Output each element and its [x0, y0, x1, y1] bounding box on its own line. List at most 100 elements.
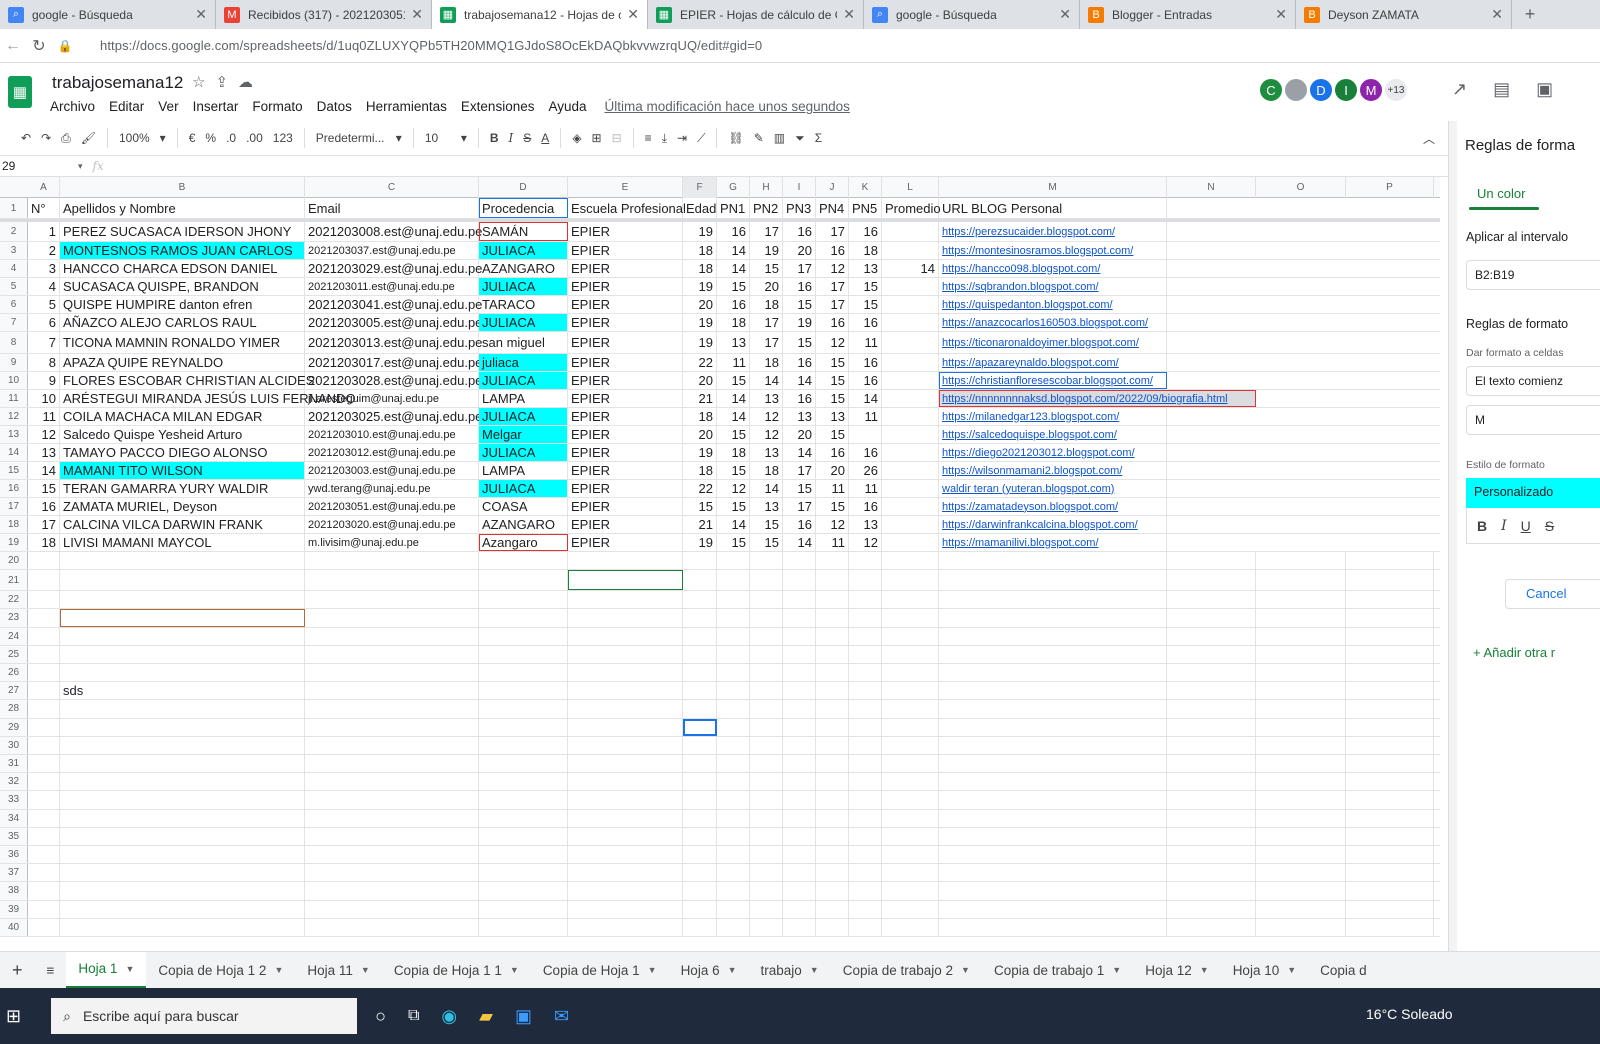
row-header[interactable]: 15	[0, 462, 28, 479]
cell[interactable]: https://anazcocarlos160503.blogspot.com/	[939, 314, 1167, 331]
cell[interactable]	[683, 609, 717, 627]
chevron-down-icon[interactable]: ▼	[810, 965, 819, 975]
cell[interactable]	[1256, 827, 1346, 845]
cell[interactable]	[717, 900, 750, 918]
cell[interactable]: EPIER	[568, 222, 683, 241]
menu-item[interactable]: Extensiones	[461, 99, 535, 114]
cell[interactable]	[683, 827, 717, 845]
row-header[interactable]: 14	[0, 444, 28, 461]
cell[interactable]	[717, 570, 750, 591]
cell[interactable]	[849, 882, 882, 900]
name-box[interactable]: 29	[0, 159, 78, 173]
cell[interactable]	[1256, 682, 1346, 700]
cell[interactable]: HANCCO CHARCA EDSON DANIEL	[60, 260, 305, 277]
cell[interactable]	[479, 645, 568, 663]
cell[interactable]: FLORES ESCOBAR CHRISTIAN ALCIDES	[60, 372, 314, 389]
cell[interactable]: 19	[683, 314, 717, 331]
cell[interactable]: 11	[816, 534, 849, 551]
cell[interactable]	[816, 791, 849, 809]
cell[interactable]	[939, 809, 1167, 827]
cell[interactable]	[816, 570, 849, 591]
star-icon[interactable]: ☆	[192, 73, 205, 91]
cell[interactable]	[479, 827, 568, 845]
cell[interactable]	[28, 791, 60, 809]
cell[interactable]	[882, 278, 939, 295]
cell[interactable]	[882, 809, 939, 827]
cell[interactable]	[568, 609, 683, 627]
cell[interactable]	[683, 700, 717, 718]
cell[interactable]: 18	[717, 444, 750, 461]
cell[interactable]	[1167, 846, 1256, 864]
cell[interactable]	[750, 664, 783, 682]
cell[interactable]	[1167, 609, 1256, 627]
row-header[interactable]: 37	[0, 864, 28, 882]
cell[interactable]: 15	[717, 498, 750, 515]
row-header[interactable]: 2	[0, 222, 28, 241]
chevron-down-icon[interactable]: ▼	[648, 965, 657, 975]
cell[interactable]: 15	[717, 462, 750, 479]
cell[interactable]	[1346, 552, 1434, 570]
column-header[interactable]: E	[568, 177, 683, 198]
cell[interactable]: URL BLOG Personal	[939, 198, 1167, 218]
column-header[interactable]: J	[816, 177, 849, 198]
cell[interactable]	[849, 627, 882, 645]
cell[interactable]: 12	[28, 426, 60, 443]
cell[interactable]	[305, 736, 479, 754]
back-icon[interactable]: ←	[0, 37, 26, 55]
cell[interactable]	[305, 591, 479, 609]
cell[interactable]	[783, 682, 816, 700]
cell[interactable]: EPIER	[568, 332, 683, 353]
cell[interactable]	[305, 791, 479, 809]
cell[interactable]	[479, 627, 568, 645]
browser-tab[interactable]: ⌕ google - Búsqueda ✕	[0, 0, 216, 29]
cell[interactable]: 2021203013.est@unaj.edu.pe	[305, 332, 482, 353]
cell[interactable]: 19	[683, 222, 717, 241]
cell[interactable]	[28, 591, 60, 609]
cell[interactable]	[1167, 827, 1256, 845]
cell[interactable]: 2021203020.est@unaj.edu.pe	[305, 516, 479, 533]
cell[interactable]	[816, 864, 849, 882]
cell[interactable]: EPIER	[568, 278, 683, 295]
cell[interactable]	[783, 609, 816, 627]
cell[interactable]	[1167, 718, 1256, 736]
cell[interactable]	[1346, 645, 1434, 663]
cell[interactable]	[479, 882, 568, 900]
cell[interactable]	[28, 809, 60, 827]
cell[interactable]	[939, 591, 1167, 609]
cell[interactable]	[1256, 570, 1346, 591]
cell[interactable]: https://montesinosramos.blogspot.com/	[939, 242, 1167, 259]
new-tab-icon[interactable]: +	[1512, 0, 1548, 29]
column-header[interactable]: N	[1167, 177, 1256, 198]
cell[interactable]	[750, 773, 783, 791]
decrease-decimal-button[interactable]: .0	[221, 131, 241, 145]
avatar[interactable]: D	[1308, 77, 1334, 103]
cell[interactable]: https://apazareynaldo.blogspot.com/	[939, 354, 1167, 371]
cell[interactable]	[849, 718, 882, 736]
avatar[interactable]: C	[1258, 77, 1284, 103]
column-header[interactable]: A	[28, 177, 60, 198]
row-header[interactable]: 24	[0, 627, 28, 645]
cell[interactable]	[28, 918, 60, 936]
cell[interactable]: 17	[816, 278, 849, 295]
cell[interactable]	[60, 846, 305, 864]
cell[interactable]: JULIACA	[479, 408, 568, 425]
cell[interactable]	[750, 755, 783, 773]
comments-icon[interactable]: ▤	[1493, 79, 1510, 100]
cell[interactable]: 19	[683, 332, 717, 353]
cell[interactable]: 20	[750, 278, 783, 295]
browser-tab[interactable]: ▦ EPIER - Hojas de cálculo de Goo ✕	[648, 0, 864, 29]
close-icon[interactable]: ✕	[195, 6, 207, 23]
cell[interactable]	[1346, 809, 1434, 827]
cell[interactable]	[60, 627, 305, 645]
cell[interactable]	[305, 682, 479, 700]
cell[interactable]	[783, 664, 816, 682]
cell[interactable]: https://milanedgar123.blogspot.com/	[939, 408, 1167, 425]
sheet-tab[interactable]: Hoja 12 ▼	[1133, 952, 1220, 989]
cell[interactable]	[28, 827, 60, 845]
cell[interactable]: 2021203037.est@unaj.edu.pe	[305, 242, 479, 259]
cell[interactable]: 15	[717, 278, 750, 295]
column-header[interactable]: K	[849, 177, 882, 198]
cell[interactable]: QUISPE HUMPIRE danton efren	[60, 296, 305, 313]
cell[interactable]	[1167, 882, 1256, 900]
cell[interactable]	[750, 682, 783, 700]
